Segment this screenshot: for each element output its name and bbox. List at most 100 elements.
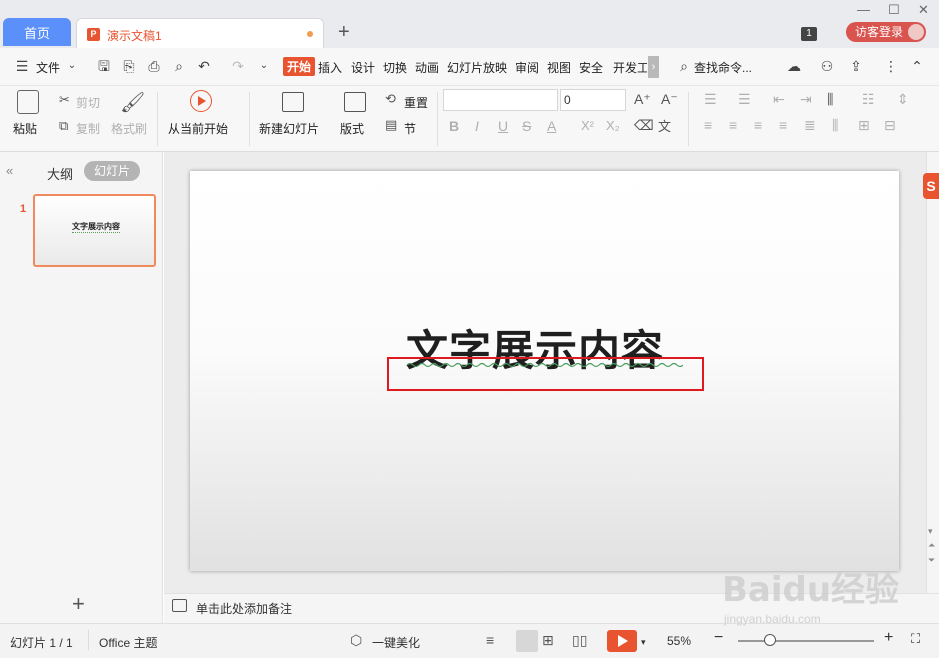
section-button[interactable]: 节	[404, 120, 416, 137]
hamburger-icon[interactable]: ☰	[14, 58, 30, 74]
notes-placeholder[interactable]: 单击此处添加备注	[196, 600, 292, 617]
add-user-icon[interactable]: ⚇	[819, 58, 835, 74]
from-current-button[interactable]: 从当前开始	[168, 120, 228, 137]
table-align-icon[interactable]: ⊞	[858, 117, 870, 134]
scissors-icon: ✂	[59, 92, 70, 107]
increase-font-icon[interactable]: A⁺	[634, 91, 651, 108]
menu-tab-start[interactable]: 开始	[283, 57, 316, 76]
menu-tab-review[interactable]: 审阅	[515, 59, 539, 76]
slide-count: 幻灯片 1 / 1	[10, 636, 73, 650]
print-icon[interactable]: ⎙	[146, 58, 162, 74]
scroll-right-icon[interactable]: ›	[648, 56, 659, 78]
scroll-down-icon[interactable]: ▾	[928, 526, 933, 537]
menu-tab-animation[interactable]: 动画	[415, 59, 439, 76]
beautify-button[interactable]: 一键美化	[372, 634, 420, 651]
new-tab-button[interactable]: +	[338, 22, 350, 42]
bold-icon[interactable]: B	[449, 118, 459, 134]
redo-icon[interactable]: ↷	[230, 58, 246, 74]
file-menu[interactable]: 文件	[36, 59, 60, 76]
customize-icon[interactable]: ⌄	[256, 58, 272, 74]
slideshow-dropdown-icon[interactable]: ▾	[641, 637, 646, 648]
maximize-button[interactable]: ☐	[888, 2, 900, 18]
paragraph-icon[interactable]: ⊟	[884, 117, 896, 134]
chevron-down-icon[interactable]: ⌄	[64, 58, 80, 74]
align-text-icon[interactable]: ⇕	[897, 91, 909, 108]
superscript-icon[interactable]: X²	[581, 118, 594, 133]
more-icon[interactable]: ⋮	[883, 58, 899, 74]
collapse-panel-icon[interactable]: «	[6, 163, 13, 178]
slideshow-button[interactable]	[607, 630, 637, 652]
next-slide-icon[interactable]: ⏷	[928, 555, 935, 566]
increase-indent-icon[interactable]: ⇥	[800, 91, 812, 108]
distribute-icon[interactable]: ≣	[804, 117, 816, 134]
minimize-button[interactable]: —	[857, 2, 870, 17]
cut-button[interactable]: 剪切	[76, 94, 100, 111]
fit-window-icon[interactable]: ⛶	[911, 631, 920, 647]
new-slide-button[interactable]: 新建幻灯片	[259, 120, 319, 137]
command-search[interactable]: 查找命令...	[694, 59, 752, 76]
add-slide-button[interactable]: +	[72, 593, 85, 615]
menu-tab-slideshow[interactable]: 幻灯片放映	[447, 59, 507, 76]
zoom-slider-knob[interactable]	[764, 634, 776, 646]
align-left-icon[interactable]: ≡	[704, 117, 712, 133]
italic-icon[interactable]: I	[475, 118, 479, 134]
text-direction-icon[interactable]: ⫼	[827, 91, 833, 108]
copy-button[interactable]: 复制	[76, 120, 100, 137]
tab-outline[interactable]: 大纲	[47, 164, 73, 183]
align-center-icon[interactable]: ≡	[729, 117, 737, 133]
strikethrough-icon[interactable]: S	[522, 118, 531, 134]
undo-icon[interactable]: ↶	[196, 58, 212, 74]
sogou-logo-icon[interactable]: S	[923, 173, 939, 199]
close-button[interactable]: ✕	[918, 2, 929, 18]
window-count-badge[interactable]: 1	[801, 27, 817, 41]
font-family-select[interactable]	[443, 89, 558, 111]
subscript-icon[interactable]: X₂	[606, 118, 620, 133]
tab-document[interactable]: P 演示文稿1	[76, 18, 324, 48]
paste-icon[interactable]	[17, 90, 39, 114]
bullet-list-icon[interactable]: ☰	[704, 91, 717, 108]
cloud-icon[interactable]: ☁	[786, 58, 802, 74]
layout-button[interactable]: 版式	[340, 120, 364, 137]
numbered-list-icon[interactable]: ☰	[738, 91, 751, 108]
prev-slide-icon[interactable]: ⏶	[928, 540, 935, 551]
format-painter-button[interactable]: 格式刷	[111, 120, 147, 137]
notes-toggle-icon[interactable]: ≡	[486, 632, 494, 648]
eraser-icon[interactable]: ⌫	[634, 117, 654, 134]
menu-tab-insert[interactable]: 插入	[318, 59, 342, 76]
menu-tab-transition[interactable]: 切换	[383, 59, 407, 76]
menu-tab-view[interactable]: 视图	[547, 59, 571, 76]
justify-icon[interactable]: ≡	[779, 117, 787, 133]
reset-button[interactable]: 重置	[404, 94, 428, 111]
collapse-ribbon-icon[interactable]: ⌃	[909, 58, 925, 74]
theme-name[interactable]: Office 主题	[99, 634, 157, 651]
line-spacing-icon[interactable]: ☷	[862, 91, 875, 108]
watermark-logo: Baidu经验	[722, 570, 900, 610]
menu-tab-security[interactable]: 安全	[579, 59, 603, 76]
columns-icon[interactable]: ⫼	[832, 117, 838, 134]
reading-view-icon[interactable]: ▯▯	[572, 632, 587, 649]
zoom-out-icon[interactable]: −	[714, 629, 723, 647]
tab-slides[interactable]: 幻灯片	[84, 161, 140, 181]
decrease-font-icon[interactable]: A⁻	[661, 91, 678, 108]
menu-tab-developer[interactable]: 开发工	[613, 59, 647, 76]
font-size-select[interactable]: 0	[560, 89, 626, 111]
share-out-icon[interactable]: ⇪	[848, 58, 864, 74]
sorter-view-icon[interactable]: ⊞	[542, 632, 554, 649]
login-button[interactable]: 访客登录	[846, 22, 926, 42]
font-color-icon[interactable]: A	[547, 118, 556, 134]
underline-icon[interactable]: U	[498, 118, 508, 134]
save-icon[interactable]: 🖫	[96, 58, 112, 74]
zoom-in-icon[interactable]: +	[884, 629, 893, 647]
menu-tab-design[interactable]: 设计	[351, 59, 375, 76]
share-icon[interactable]: ⎘	[121, 58, 137, 74]
search-icon[interactable]: ⌕	[676, 58, 692, 74]
zoom-slider[interactable]	[738, 640, 874, 642]
tab-home[interactable]: 首页	[3, 18, 71, 46]
align-right-icon[interactable]: ≡	[754, 117, 762, 133]
decrease-indent-icon[interactable]: ⇤	[773, 91, 785, 108]
print-preview-icon[interactable]: ⌕	[171, 58, 187, 74]
normal-view-icon[interactable]	[516, 630, 538, 652]
zoom-level[interactable]: 55%	[667, 634, 691, 648]
paste-button[interactable]: 粘贴	[13, 120, 37, 137]
phonetic-icon[interactable]: 文	[658, 116, 671, 135]
